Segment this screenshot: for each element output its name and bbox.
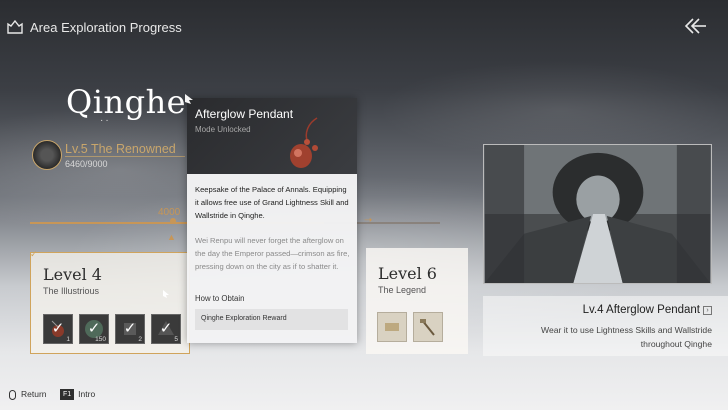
mouse-icon — [9, 389, 16, 400]
obtain-source-text: Qinghe Exploration Reward — [201, 315, 287, 322]
check-icon: ✓ — [30, 249, 38, 259]
track-milestone-label: 4000 — [158, 207, 181, 218]
reward-item-scroll[interactable] — [377, 312, 407, 342]
level-6-card[interactable]: Level 6 The Legend — [366, 248, 468, 354]
cursor-pointer-icon — [185, 94, 193, 104]
tooltip-status: Mode Unlocked — [195, 125, 251, 134]
intro-hint[interactable]: F1 Intro — [60, 389, 96, 401]
cursor-pointer-icon — [163, 290, 169, 298]
page-title: Area Exploration Progress — [30, 20, 182, 35]
item-tooltip: Afterglow Pendant Mode Unlocked Keepsake… — [187, 98, 357, 343]
caret-up-icon: ▲ — [167, 232, 176, 242]
reward-item-tool[interactable] — [413, 312, 443, 342]
expand-icon[interactable]: › — [703, 306, 712, 315]
reward-item-pendant[interactable]: ✓ 1 — [43, 314, 73, 344]
scroll-item-icon — [385, 323, 399, 331]
level-title: Level 4 — [43, 265, 102, 284]
f1-key-icon: F1 — [60, 389, 75, 401]
item-count: 1 — [66, 336, 70, 343]
rank-underline — [65, 156, 185, 157]
tooltip-description: Keepsake of the Palace of Annals. Equipp… — [195, 185, 349, 220]
level-subtitle: The Illustrious — [43, 286, 100, 296]
track-milestone-notch — [170, 218, 176, 224]
return-hint[interactable]: Return — [9, 389, 47, 400]
reward-item-coin[interactable]: ✓ 150 — [79, 314, 109, 344]
level-subtitle: The Legend — [378, 285, 427, 295]
castle-icon — [7, 20, 23, 34]
decorative-dots: ·· — [100, 115, 111, 126]
track-arrow-icon: ➝ — [364, 215, 373, 226]
item-count: 150 — [95, 336, 106, 343]
how-to-obtain-label: How to Obtain — [195, 294, 245, 303]
item-count: 5 — [174, 336, 178, 343]
item-detail-title: Lv.4 Afterglow Pendant — [582, 304, 700, 316]
return-label: Return — [21, 389, 47, 399]
item-count: 2 — [138, 336, 142, 343]
item-detail-panel: Lv.4 Afterglow Pendant › Wear it to use … — [483, 296, 728, 356]
intro-label: Intro — [78, 389, 96, 399]
tooltip-header: Afterglow Pendant Mode Unlocked — [187, 98, 357, 174]
area-name: Qinghe — [66, 83, 187, 121]
rank-label: Lv.5 The Renowned — [65, 142, 176, 156]
area-scene-image — [483, 144, 712, 284]
reward-item-material[interactable]: ✓ 5 — [151, 314, 181, 344]
item-detail-description: Wear it to use Lightness Skills and Wall… — [541, 325, 712, 349]
level-title: Level 6 — [378, 264, 437, 283]
back-arrow-icon[interactable] — [682, 16, 708, 36]
level-4-card[interactable]: ✓ Level 4 The Illustrious ✓ 1 ✓ 150 ✓ 2 … — [30, 249, 190, 354]
pendant-icon — [290, 117, 318, 168]
obtain-source-box: Qinghe Exploration Reward — [195, 309, 348, 330]
tool-item-icon — [420, 319, 435, 336]
reward-item-scroll[interactable]: ✓ 2 — [115, 314, 145, 344]
tooltip-lore: Wei Renpu will never forget the afterglo… — [195, 236, 350, 271]
rank-progress-text: 6460/9000 — [65, 159, 108, 169]
rank-badge-icon — [32, 140, 62, 170]
